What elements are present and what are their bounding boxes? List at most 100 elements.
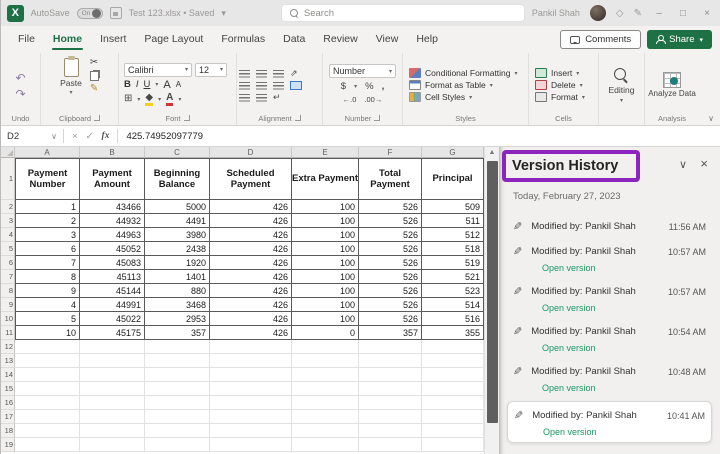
row-header-4[interactable]: 4 bbox=[1, 228, 15, 242]
cell-D9[interactable]: 426 bbox=[210, 298, 292, 312]
save-icon[interactable] bbox=[110, 7, 122, 19]
cell-A18[interactable] bbox=[15, 424, 80, 438]
cell-G9[interactable]: 514 bbox=[422, 298, 484, 312]
avatar[interactable] bbox=[590, 5, 606, 21]
cell-F15[interactable] bbox=[359, 382, 422, 396]
font-color-icon[interactable]: A bbox=[166, 93, 173, 106]
cell-G5[interactable]: 518 bbox=[422, 242, 484, 256]
cell-A12[interactable] bbox=[15, 340, 80, 354]
cell-G6[interactable]: 519 bbox=[422, 256, 484, 270]
bold-button[interactable]: B bbox=[124, 79, 131, 90]
cell-A10[interactable]: 5 bbox=[15, 312, 80, 326]
row-header-12[interactable]: 12 bbox=[1, 340, 15, 354]
comma-format-icon[interactable]: , bbox=[382, 81, 385, 92]
tab-review[interactable]: Review bbox=[314, 28, 366, 51]
tab-data[interactable]: Data bbox=[274, 28, 314, 51]
open-version-link[interactable]: Open version bbox=[542, 303, 706, 313]
cell-A5[interactable]: 6 bbox=[15, 242, 80, 256]
format-cells-button[interactable]: Format▾ bbox=[535, 92, 585, 102]
cell-F16[interactable] bbox=[359, 396, 422, 410]
copy-icon[interactable] bbox=[90, 71, 99, 81]
cell-C7[interactable]: 1401 bbox=[145, 270, 210, 284]
cell-E15[interactable] bbox=[292, 382, 359, 396]
delete-cells-button[interactable]: Delete▾ bbox=[535, 80, 583, 90]
cell-B11[interactable]: 45175 bbox=[80, 326, 145, 340]
cell-A8[interactable]: 9 bbox=[15, 284, 80, 298]
cell-B10[interactable]: 45022 bbox=[80, 312, 145, 326]
merge-center-icon[interactable] bbox=[290, 81, 302, 90]
version-entry-6[interactable]: ✎Modified by: Pankil Shah10:41 AMOpen ve… bbox=[507, 401, 712, 443]
cell-A6[interactable]: 7 bbox=[15, 256, 80, 270]
cell-G17[interactable] bbox=[422, 410, 484, 424]
increase-indent-icon[interactable] bbox=[256, 94, 267, 102]
cell-E6[interactable]: 100 bbox=[292, 256, 359, 270]
cell-A4[interactable]: 3 bbox=[15, 228, 80, 242]
row-header-15[interactable]: 15 bbox=[1, 382, 15, 396]
cell-F18[interactable] bbox=[359, 424, 422, 438]
font-size-select[interactable]: 12▾ bbox=[195, 63, 227, 77]
cell-G16[interactable] bbox=[422, 396, 484, 410]
column-header-G[interactable]: G bbox=[422, 147, 484, 158]
italic-button[interactable]: I bbox=[136, 79, 139, 90]
cell-F4[interactable]: 526 bbox=[359, 228, 422, 242]
version-entry-4[interactable]: ✎Modified by: Pankil Shah10:54 AMOpen ve… bbox=[507, 318, 712, 358]
cell-D2[interactable]: 426 bbox=[210, 200, 292, 214]
column-header-A[interactable]: A bbox=[15, 147, 80, 158]
align-right-icon[interactable] bbox=[273, 82, 284, 90]
cell-C19[interactable] bbox=[145, 438, 210, 452]
scrollbar-thumb[interactable] bbox=[487, 161, 498, 423]
tab-insert[interactable]: Insert bbox=[91, 28, 135, 51]
fill-color-icon[interactable]: ◆ bbox=[145, 93, 153, 106]
row-header-13[interactable]: 13 bbox=[1, 354, 15, 368]
cell-D4[interactable]: 426 bbox=[210, 228, 292, 242]
bottom-align-icon[interactable] bbox=[273, 70, 284, 78]
tab-page-layout[interactable]: Page Layout bbox=[135, 28, 212, 51]
cell-E13[interactable] bbox=[292, 354, 359, 368]
cell-B4[interactable]: 44963 bbox=[80, 228, 145, 242]
cell-E9[interactable]: 100 bbox=[292, 298, 359, 312]
cell-D18[interactable] bbox=[210, 424, 292, 438]
panel-close-icon[interactable]: × bbox=[700, 156, 708, 171]
tab-home[interactable]: Home bbox=[44, 28, 91, 51]
shrink-font-button[interactable]: A bbox=[176, 80, 181, 89]
cell-F2[interactable]: 526 bbox=[359, 200, 422, 214]
cell-styles-button[interactable]: Cell Styles▾ bbox=[409, 92, 472, 102]
cell-E3[interactable]: 100 bbox=[292, 214, 359, 228]
cell-A2[interactable]: 1 bbox=[15, 200, 80, 214]
cell-A16[interactable] bbox=[15, 396, 80, 410]
cut-icon[interactable]: ✂ bbox=[90, 58, 99, 68]
cell-F9[interactable]: 526 bbox=[359, 298, 422, 312]
column-header-C[interactable]: C bbox=[145, 147, 210, 158]
cell-C9[interactable]: 3468 bbox=[145, 298, 210, 312]
number-launcher-icon[interactable] bbox=[374, 115, 380, 121]
redo-icon[interactable]: ↷ bbox=[15, 88, 25, 100]
cell-C5[interactable]: 2438 bbox=[145, 242, 210, 256]
cell-G11[interactable]: 355 bbox=[422, 326, 484, 340]
cell-C8[interactable]: 880 bbox=[145, 284, 210, 298]
cell-G18[interactable] bbox=[422, 424, 484, 438]
cell-C6[interactable]: 1920 bbox=[145, 256, 210, 270]
cell-A9[interactable]: 4 bbox=[15, 298, 80, 312]
decrease-indent-icon[interactable] bbox=[239, 94, 250, 102]
cell-C2[interactable]: 5000 bbox=[145, 200, 210, 214]
cell-G15[interactable] bbox=[422, 382, 484, 396]
cell-E16[interactable] bbox=[292, 396, 359, 410]
cell-F5[interactable]: 526 bbox=[359, 242, 422, 256]
cell-B14[interactable] bbox=[80, 368, 145, 382]
format-painter-icon[interactable]: ✎ bbox=[90, 84, 99, 94]
editing-label[interactable]: Editing bbox=[609, 85, 635, 95]
cell-B16[interactable] bbox=[80, 396, 145, 410]
analyze-data-icon[interactable] bbox=[663, 72, 681, 88]
cell-C17[interactable] bbox=[145, 410, 210, 424]
cell-B1[interactable]: Payment Amount bbox=[80, 158, 145, 200]
cell-C14[interactable] bbox=[145, 368, 210, 382]
cell-A17[interactable] bbox=[15, 410, 80, 424]
cell-F10[interactable]: 526 bbox=[359, 312, 422, 326]
underline-button[interactable]: U bbox=[144, 79, 151, 90]
cell-B18[interactable] bbox=[80, 424, 145, 438]
cell-D8[interactable]: 426 bbox=[210, 284, 292, 298]
row-header-5[interactable]: 5 bbox=[1, 242, 15, 256]
cell-E2[interactable]: 100 bbox=[292, 200, 359, 214]
orientation-icon[interactable]: ⇗ bbox=[290, 69, 298, 78]
cell-B6[interactable]: 45083 bbox=[80, 256, 145, 270]
